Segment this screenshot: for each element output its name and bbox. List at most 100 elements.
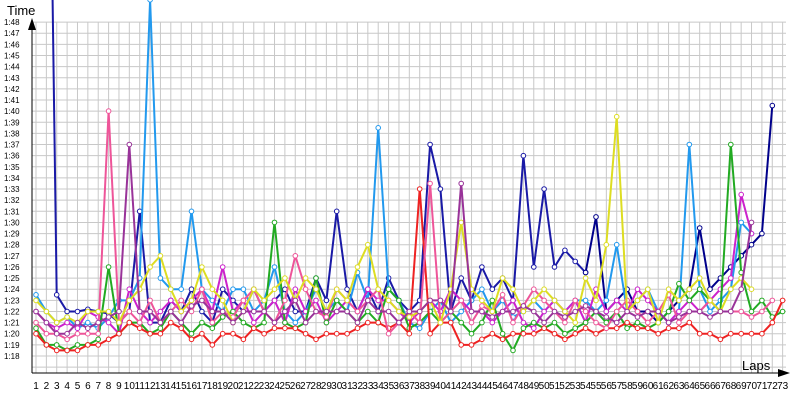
data-point <box>603 314 610 320</box>
data-point <box>707 286 713 293</box>
data-point <box>199 330 205 337</box>
data-point <box>126 319 133 326</box>
data-point <box>64 319 70 326</box>
data-point <box>116 330 122 337</box>
data-point <box>634 297 641 304</box>
data-point <box>147 330 153 337</box>
data-point <box>479 308 485 315</box>
data-point <box>406 308 413 315</box>
data-point <box>126 297 133 304</box>
data-point <box>541 308 547 315</box>
data-point <box>748 308 755 315</box>
data-point <box>240 308 247 315</box>
data-point <box>406 314 413 320</box>
data-point <box>468 319 475 326</box>
data-point <box>728 330 734 337</box>
data-point <box>251 325 257 332</box>
data-point <box>95 342 101 348</box>
data-point <box>634 319 641 326</box>
y-tick-label: 1:41 <box>4 96 20 105</box>
data-point <box>572 297 579 304</box>
data-point <box>396 319 402 326</box>
data-point <box>499 292 506 298</box>
data-point <box>240 319 247 326</box>
data-point <box>168 308 174 315</box>
data-point <box>520 325 527 332</box>
data-point <box>748 330 755 337</box>
data-point <box>157 325 164 332</box>
data-point <box>531 330 537 337</box>
data-point <box>416 319 423 326</box>
data-point <box>292 297 299 304</box>
data-point <box>448 308 454 315</box>
y-tick-label: 1:20 <box>4 330 20 339</box>
data-point <box>748 286 755 293</box>
data-point <box>105 319 112 326</box>
y-tick-label: 1:23 <box>4 296 20 305</box>
data-point <box>385 308 392 315</box>
data-point <box>707 297 713 304</box>
data-point <box>333 286 340 293</box>
data-point <box>365 241 371 248</box>
data-point <box>593 214 599 220</box>
y-tick-label: 1:37 <box>4 141 20 150</box>
y-tick-label: 1:28 <box>4 241 20 250</box>
data-point <box>261 297 267 304</box>
y-tick-label: 1:44 <box>4 63 20 72</box>
data-point <box>282 297 288 304</box>
data-point <box>603 241 610 248</box>
data-point <box>74 308 81 315</box>
data-point <box>126 308 133 315</box>
data-point <box>531 286 537 293</box>
data-point <box>562 336 568 343</box>
data-point <box>707 330 713 337</box>
data-point <box>531 297 537 304</box>
data-point <box>665 308 672 315</box>
data-point <box>728 286 734 293</box>
data-point <box>593 319 599 326</box>
data-point <box>686 141 693 148</box>
y-tick-label: 1:38 <box>4 129 20 138</box>
data-point <box>323 314 330 320</box>
data-point <box>707 314 713 320</box>
data-point <box>458 219 465 226</box>
y-tick-label: 1:34 <box>4 174 20 183</box>
data-point <box>748 241 755 248</box>
data-point <box>85 308 91 315</box>
data-point <box>385 297 392 304</box>
data-point <box>53 319 60 326</box>
data-point <box>251 308 257 315</box>
data-point <box>147 264 153 270</box>
data-point <box>261 330 267 337</box>
data-point <box>406 330 413 337</box>
data-point <box>541 186 547 192</box>
data-point <box>105 108 112 114</box>
data-point <box>199 264 205 270</box>
data-point <box>375 308 382 315</box>
data-point <box>43 308 50 315</box>
data-point <box>74 325 81 332</box>
data-point <box>696 308 703 315</box>
data-point <box>271 286 278 293</box>
data-point <box>396 308 402 315</box>
data-point <box>427 330 433 337</box>
data-point <box>136 325 143 332</box>
data-point <box>499 336 506 343</box>
y-tick-label: 1:33 <box>4 185 20 194</box>
data-point <box>53 330 60 337</box>
data-point <box>261 319 267 326</box>
data-point <box>271 325 278 332</box>
data-point <box>116 308 122 315</box>
data-point <box>582 319 589 326</box>
x-tick-label: 6 <box>85 381 91 392</box>
data-point <box>147 0 153 3</box>
data-point <box>53 347 60 354</box>
data-point <box>219 314 226 320</box>
data-point <box>375 319 382 326</box>
data-point <box>209 319 216 326</box>
data-point <box>520 330 527 337</box>
data-point <box>85 342 91 348</box>
data-point <box>676 297 682 304</box>
data-point <box>603 308 610 315</box>
data-point <box>302 286 309 293</box>
